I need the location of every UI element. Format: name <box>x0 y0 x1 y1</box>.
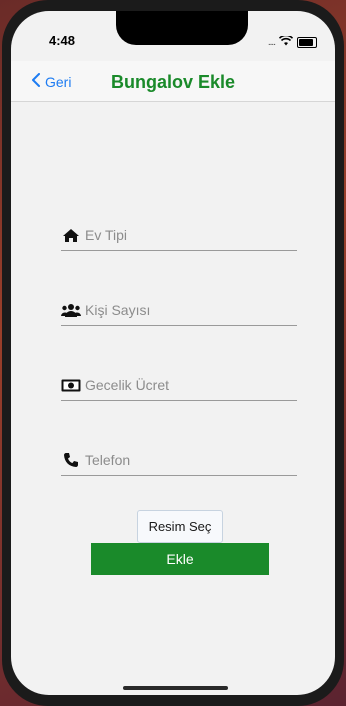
status-time: 4:48 <box>49 33 76 48</box>
house-icon <box>61 227 81 243</box>
pick-image-button[interactable]: Resim Seç <box>137 510 223 543</box>
app-screen: 4:48 .... Geri Bungalov Ekle Ev Tipi Kiş… <box>11 11 335 695</box>
guest-count-field[interactable]: Kişi Sayısı <box>61 295 297 326</box>
phone-field[interactable]: Telefon <box>61 445 297 476</box>
phone-icon <box>61 452 81 468</box>
navigation-bar: Geri Bungalov Ekle <box>11 61 335 102</box>
add-button[interactable]: Ekle <box>91 543 269 575</box>
home-indicator <box>123 686 228 690</box>
house-type-placeholder: Ev Tipi <box>85 227 128 243</box>
wifi-icon <box>278 33 294 51</box>
nightly-price-field[interactable]: Gecelik Ücret <box>61 370 297 401</box>
money-icon <box>61 377 81 393</box>
nightly-price-placeholder: Gecelik Ücret <box>85 377 170 393</box>
notch <box>116 11 248 45</box>
page-title: Bungalov Ekle <box>110 72 236 92</box>
guest-count-placeholder: Kişi Sayısı <box>85 302 151 318</box>
house-type-field[interactable]: Ev Tipi <box>61 220 297 251</box>
status-icons: .... <box>268 33 317 51</box>
phone-placeholder: Telefon <box>85 452 131 468</box>
signal-dots: .... <box>267 36 276 48</box>
battery-icon <box>297 36 317 48</box>
users-icon <box>61 302 81 318</box>
